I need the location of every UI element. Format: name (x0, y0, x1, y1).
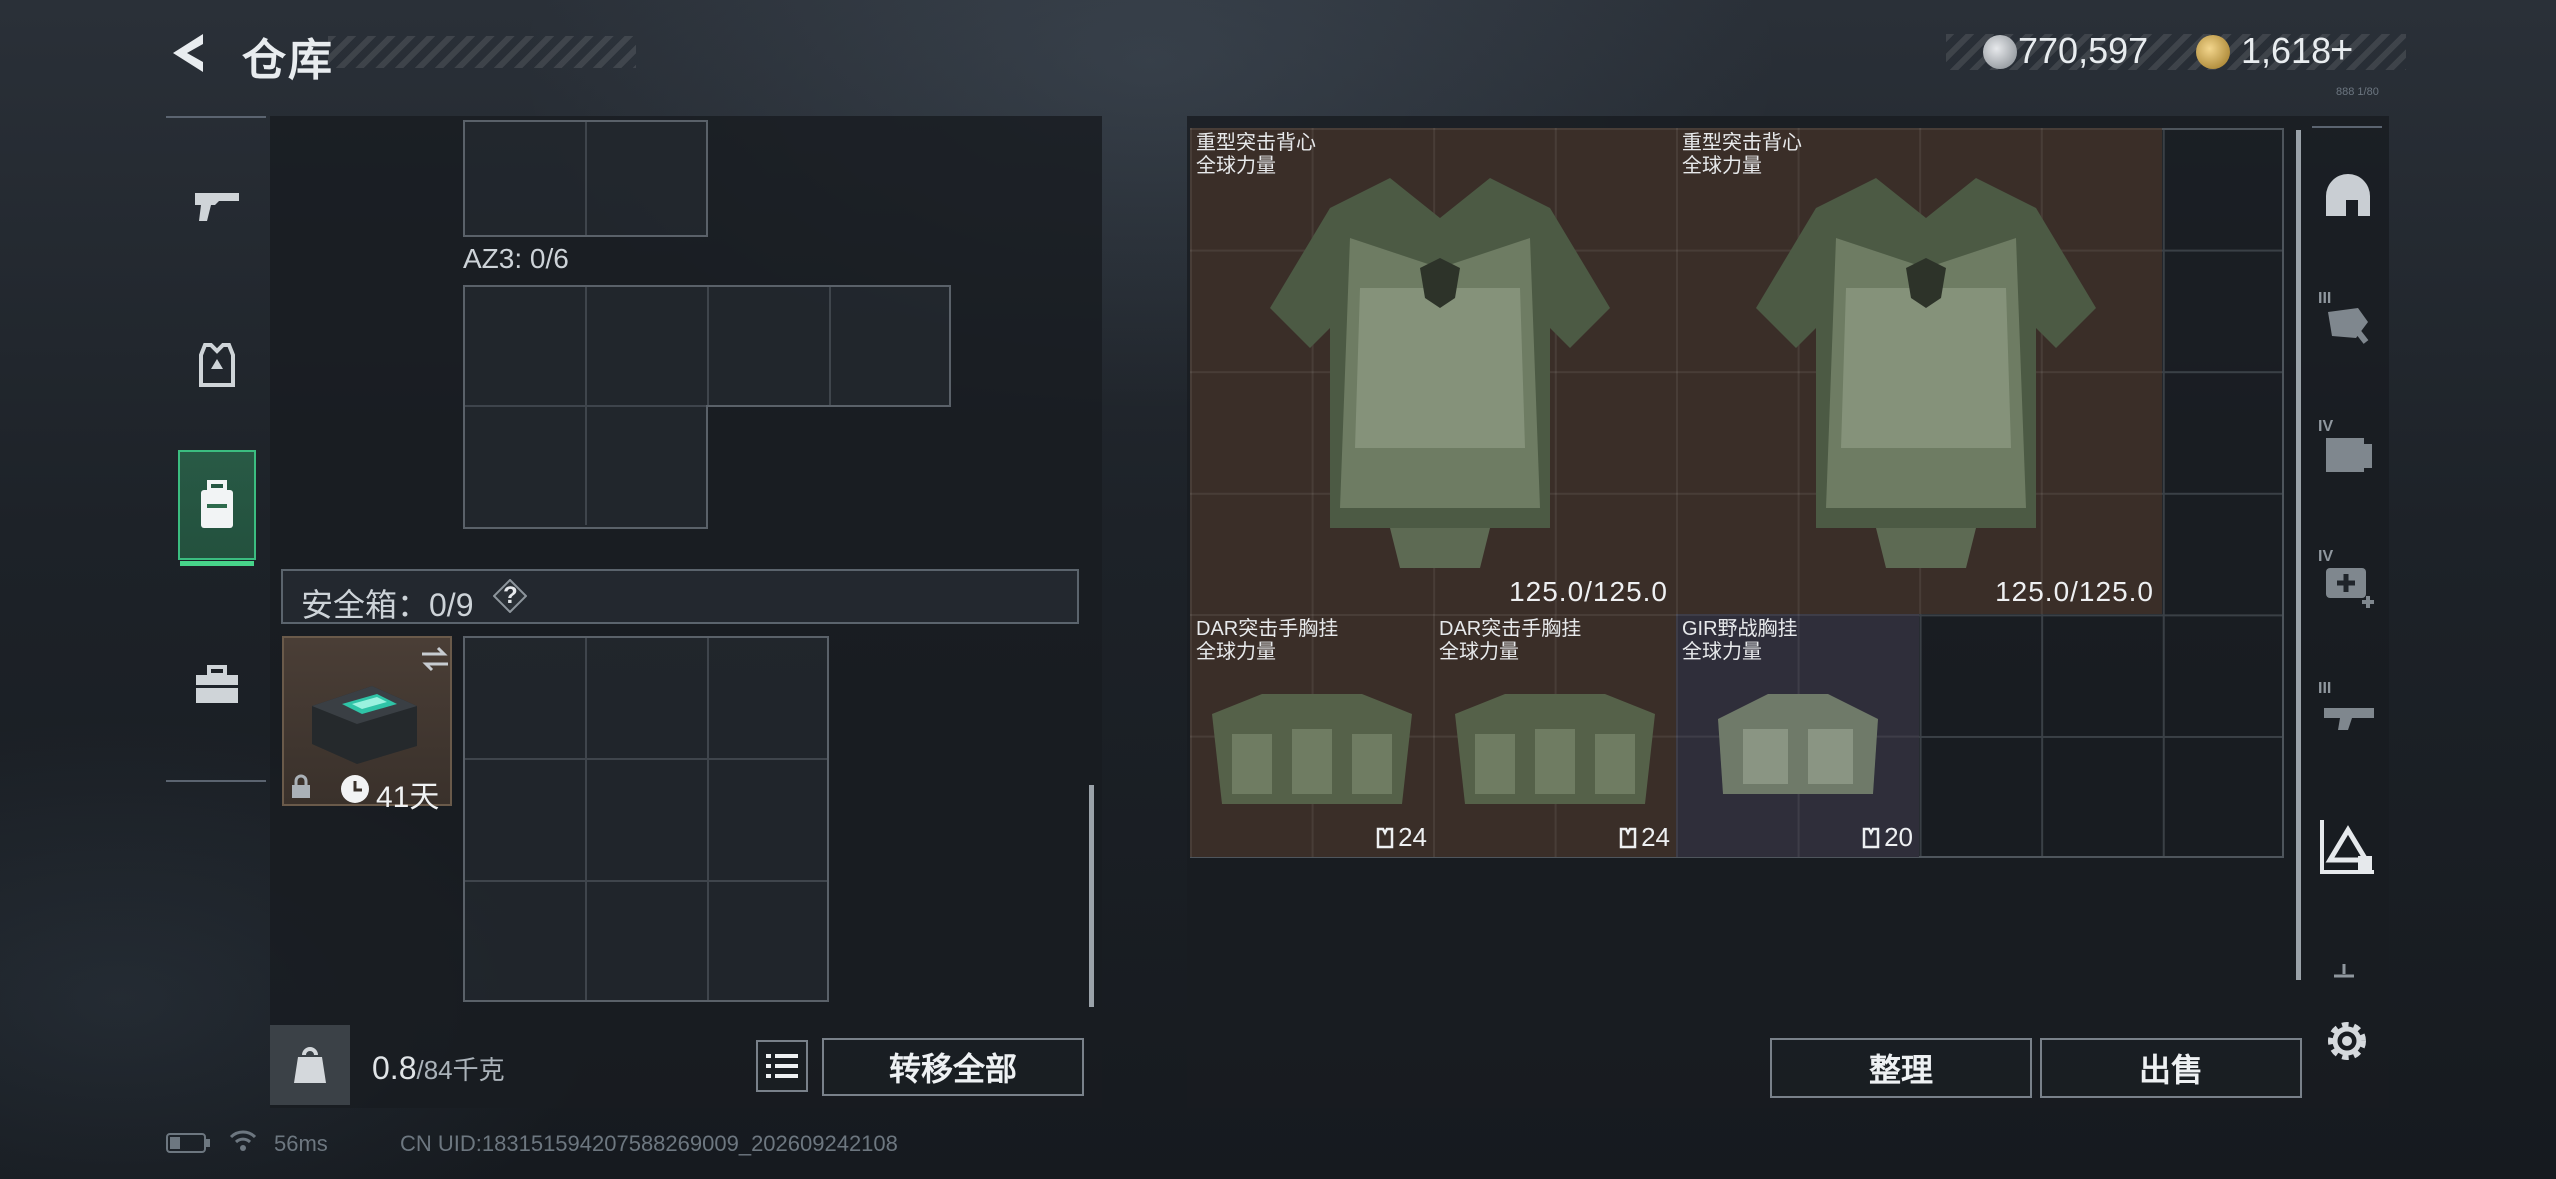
safe-case-image (312, 686, 417, 764)
heavy-vest-image (1270, 178, 1610, 568)
filter-tier-warning[interactable] (2318, 816, 2378, 876)
back-button[interactable] (165, 28, 215, 78)
settings-button[interactable] (2322, 1016, 2372, 1066)
item-capacity: 24 (1376, 822, 1427, 853)
weight-lock-button[interactable] (270, 1025, 350, 1105)
item-name: 重型突击背心 全球力量 (1682, 132, 1802, 177)
armor-rig-icon (199, 343, 235, 387)
item-name: DAR突击手胸挂 全球力量 (1196, 618, 1339, 663)
sort-button[interactable]: 整理 (1770, 1038, 2032, 1098)
sell-button[interactable]: 出售 (2040, 1038, 2302, 1098)
clock-icon (341, 775, 369, 803)
item-name: 重型突击背心 全球力量 (1196, 132, 1316, 177)
backpack-icon (201, 480, 233, 528)
swap-icon[interactable] (420, 646, 450, 672)
left-scrollbar[interactable] (1089, 785, 1094, 1007)
list-view-button[interactable] (756, 1040, 808, 1092)
gold-coin-icon (2196, 35, 2230, 69)
item-name: DAR突击手胸挂 全球力量 (1439, 618, 1582, 663)
item-capacity: 24 (1619, 822, 1670, 853)
inventory-item-vest-2[interactable]: 重型突击背心 全球力量 125.0/125.0 (1676, 128, 2162, 614)
field-rig-image (1718, 694, 1878, 794)
lock-icon (292, 774, 310, 798)
category-armor[interactable] (178, 310, 256, 420)
sidebar-divider (2312, 126, 2382, 128)
filter-tier4-rig[interactable]: IV (2318, 418, 2378, 480)
weight-icon (294, 1047, 326, 1083)
ping-value: 56ms (274, 1131, 328, 1156)
safe-box-item[interactable]: 41天 (282, 636, 452, 814)
silver-currency-value: 770,597 (2018, 30, 2149, 71)
safe-box-label: 安全箱：0/9 (301, 587, 474, 623)
filter-tier3-armor[interactable]: III (2318, 290, 2378, 352)
safe-box-header: 安全箱：0/9 ? (281, 569, 1079, 624)
title-decoration (328, 36, 636, 68)
container-grid-top[interactable] (463, 120, 708, 237)
rig-capacity-icon (1376, 827, 1394, 848)
item-capacity: 20 (1862, 822, 1913, 853)
weight-current: 0.8 (372, 1050, 417, 1086)
filter-helmet[interactable] (2318, 166, 2378, 226)
collapse-icon (2334, 964, 2354, 978)
rig-capacity-icon (1862, 827, 1880, 848)
battery-icon (166, 1133, 210, 1153)
briefcase-icon (196, 665, 238, 703)
collapse-button[interactable] (2330, 962, 2358, 982)
add-currency-button[interactable]: + (2330, 28, 2353, 73)
tier-warning-icon (2320, 820, 2374, 874)
pistol-icon (195, 193, 239, 221)
inventory-item-rig-1[interactable]: DAR突击手胸挂 全球力量 24 (1190, 614, 1433, 857)
tiny-label: 888 1/80 (2336, 86, 2379, 98)
weight-display: 0.8/84千克 (372, 1050, 505, 1087)
category-weapons[interactable] (178, 150, 256, 260)
gear-icon (2328, 1022, 2366, 1060)
category-backpack[interactable] (178, 450, 256, 566)
az3-grid-row1[interactable] (463, 285, 951, 407)
back-arrow-icon (173, 34, 203, 72)
filter-tier4-medkit[interactable]: IV (2318, 548, 2378, 610)
filter-tier3-weapon[interactable]: III (2318, 680, 2378, 742)
weight-max: /84千克 (416, 1055, 505, 1085)
inventory-item-rig-3[interactable]: GIR野战胸挂 全球力量 20 (1676, 614, 1919, 857)
az3-grid-row2[interactable] (463, 405, 708, 529)
inventory-item-vest-1[interactable]: 重型突击背心 全球力量 125.0/125.0 (1190, 128, 1676, 614)
expiry-days: 41天 (376, 781, 440, 814)
wifi-icon (229, 1130, 257, 1151)
category-case[interactable] (178, 630, 256, 740)
item-name: GIR野战胸挂 全球力量 (1682, 618, 1798, 663)
chest-rig-image (1455, 694, 1655, 804)
right-scrollbar[interactable] (2296, 130, 2301, 980)
user-uid: CN UID:183151594207588269009_20260924210… (400, 1131, 898, 1156)
rig-capacity-icon (1619, 827, 1637, 848)
silver-coin-icon (1983, 35, 2017, 69)
heavy-vest-image (1756, 178, 2096, 568)
transfer-all-button[interactable]: 转移全部 (822, 1038, 1084, 1096)
help-button[interactable]: ? (492, 578, 528, 614)
az3-label: AZ3: 0/6 (463, 243, 569, 274)
list-icon (766, 1054, 798, 1078)
safe-box-grid[interactable] (463, 636, 829, 1002)
inventory-item-rig-2[interactable]: DAR突击手胸挂 全球力量 24 (1433, 614, 1676, 857)
helmet-icon (2326, 174, 2370, 216)
gold-currency-value: 1,618 (2241, 30, 2332, 71)
item-durability: 125.0/125.0 (1509, 576, 1668, 607)
page-title: 仓库 (242, 36, 334, 85)
item-durability: 125.0/125.0 (1995, 576, 2154, 607)
chest-rig-image (1212, 694, 1412, 804)
